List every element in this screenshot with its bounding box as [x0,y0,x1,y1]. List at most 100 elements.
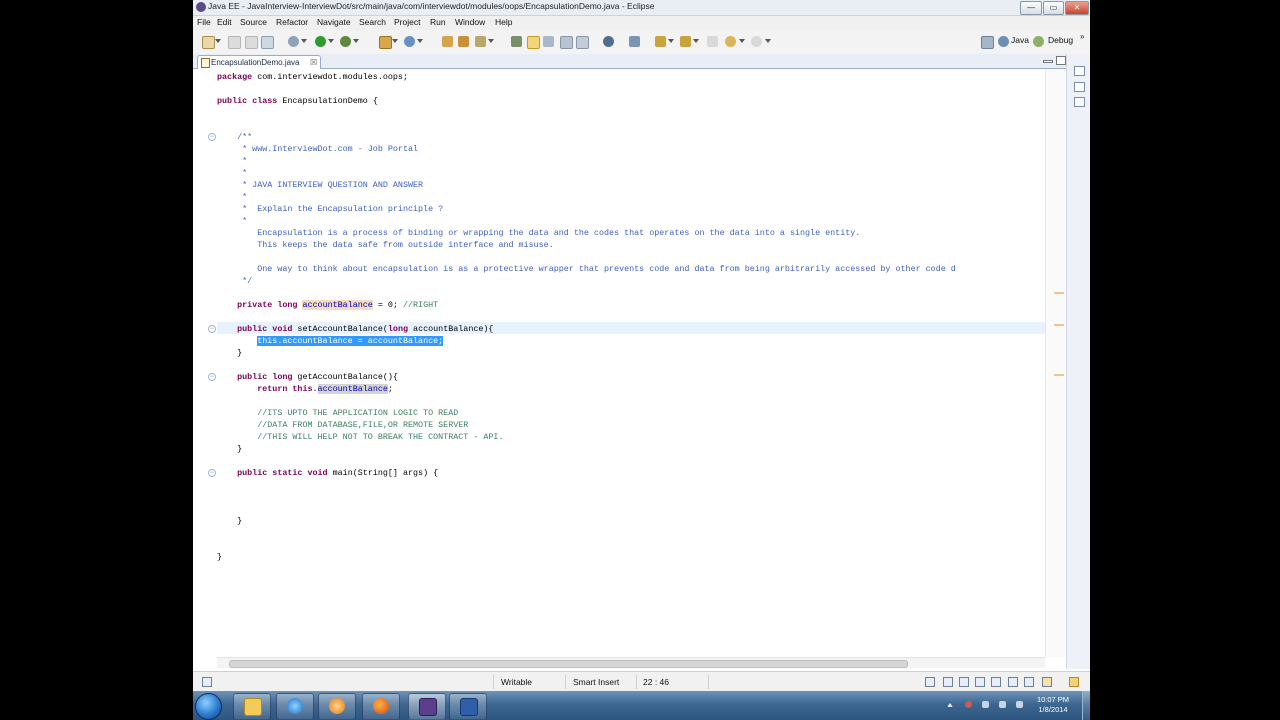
editor-tab[interactable]: EncapsulationDemo.java ☒ [197,55,321,69]
code-line[interactable]: public long getAccountBalance(){ [217,371,398,383]
previous-edit-icon[interactable] [680,36,691,47]
minimize-button[interactable]: — [1020,1,1042,15]
show-desktop-button[interactable] [1082,691,1090,720]
menu-file[interactable]: File [197,17,211,27]
data-source-icon[interactable] [1008,677,1018,687]
save-all-icon[interactable] [245,36,258,49]
print-icon[interactable] [261,36,274,49]
web-browser-icon[interactable] [603,36,614,47]
debug-perspective-button[interactable]: Debug [1048,35,1073,45]
code-line[interactable]: private long accountBalance = 0; //RIGHT [217,299,438,311]
search-flashlight-icon[interactable] [475,36,486,47]
code-line[interactable]: } [217,515,242,527]
snippets-icon[interactable] [1024,677,1034,687]
code-line[interactable]: } [217,347,242,359]
run-dropdown-icon[interactable] [328,39,334,43]
code-line[interactable]: this.accountBalance = accountBalance; [217,335,444,347]
menu-project[interactable]: Project [394,17,420,27]
code-line[interactable]: /** [217,131,252,143]
maximize-button[interactable]: ▭ [1043,1,1064,15]
task-list-icon[interactable] [1074,97,1085,107]
code-area[interactable]: package com.interviewdot.modules.oops; pu… [217,69,1045,657]
tray-volume-icon[interactable] [982,701,989,708]
menu-help[interactable]: Help [495,17,512,27]
previous-edit-dropdown-icon[interactable] [693,39,699,43]
fast-view-icon[interactable] [202,677,212,687]
code-line[interactable]: package com.interviewdot.modules.oops; [217,71,408,83]
code-line[interactable]: //ITS UPTO THE APPLICATION LOGIC TO READ [217,407,458,419]
code-line[interactable]: * [217,155,247,167]
code-editor[interactable]: − − − − package com.interviewdot.modules.oo… [193,69,1067,669]
debug-dropdown-icon[interactable] [301,39,307,43]
search-dropdown-icon[interactable] [488,39,494,43]
code-line[interactable]: * JAVA INTERVIEW QUESTION AND ANSWER [217,179,423,191]
deploy-icon[interactable] [629,36,640,47]
code-line[interactable]: Encapsulation is a process of binding or… [217,227,860,239]
horizontal-scroll-thumb[interactable] [229,660,908,668]
open-task-icon[interactable] [458,36,469,47]
menu-run[interactable]: Run [430,17,446,27]
occurrence-marker[interactable] [1054,324,1064,326]
horizontal-scrollbar[interactable] [217,657,1045,668]
fold-collapse-icon[interactable]: − [208,373,216,381]
menu-window[interactable]: Window [455,17,485,27]
new-package-dropdown-icon[interactable] [392,39,398,43]
code-line[interactable]: return this.accountBalance; [217,383,393,395]
open-perspective-icon[interactable] [981,36,994,49]
fold-collapse-icon[interactable]: − [208,133,216,141]
code-line[interactable]: * Explain the Encapsulation principle ? [217,203,443,215]
code-line[interactable]: public void setAccountBalance(long accou… [217,323,493,335]
close-button[interactable]: ✕ [1065,1,1089,15]
fold-collapse-icon[interactable]: − [208,325,216,333]
taskbar-explorer[interactable] [233,693,271,720]
taskbar-notepad[interactable] [449,693,487,720]
taskbar-clock[interactable]: 10:07 PM 1/8/2014 [1031,695,1075,715]
code-line[interactable]: This keeps the data safe from outside in… [217,239,554,251]
taskbar-firefox[interactable] [362,693,400,720]
next-annotation-icon[interactable] [543,36,554,47]
tray-display-icon[interactable] [1016,701,1023,708]
code-line[interactable]: public class EncapsulationDemo { [217,95,378,107]
tab-close-icon[interactable]: ☒ [310,56,317,69]
new-dropdown-icon[interactable] [215,39,221,43]
code-line[interactable]: One way to think about encapsulation is … [217,263,956,275]
fold-collapse-icon[interactable]: − [208,469,216,477]
tray-network-icon[interactable] [999,701,1006,708]
taskbar-media-player[interactable] [318,693,356,720]
servers-view-icon[interactable] [959,677,969,687]
menu-source[interactable]: Source [240,17,267,27]
code-line[interactable]: */ [217,275,252,287]
toggle-highlight-icon[interactable] [527,36,540,49]
properties-icon[interactable] [1042,677,1052,687]
occurrence-marker[interactable] [1054,374,1064,376]
taskbar-eclipse[interactable] [408,693,446,720]
menu-navigate[interactable]: Navigate [317,17,351,27]
new-class-icon[interactable] [404,36,415,47]
start-button-icon[interactable] [195,693,222,720]
overview-ruler[interactable] [1045,69,1067,657]
taskbar-internet-explorer[interactable] [276,693,314,720]
code-line[interactable]: } [217,551,222,563]
server-status-icon[interactable] [925,677,935,687]
debug-gear-icon[interactable] [288,36,299,47]
next-edit-icon[interactable] [655,36,666,47]
occurrence-marker[interactable] [1054,292,1064,294]
outline-view-icon[interactable] [1074,82,1085,92]
problems-view-icon[interactable] [991,677,1001,687]
back-dropdown-icon[interactable] [739,39,745,43]
code-line[interactable]: public static void main(String[] args) { [217,467,438,479]
lock-icon[interactable] [1069,677,1079,687]
new-icon[interactable] [202,36,215,49]
tray-security-icon[interactable] [965,701,972,708]
toggle-mark-occurrences-icon[interactable] [511,36,522,47]
code-line[interactable]: * www.InterviewDot.com - Job Portal [217,143,418,155]
forward-arrow-icon[interactable] [751,36,762,47]
block-selection-icon[interactable] [560,36,573,49]
code-line[interactable]: * [217,191,247,203]
next-edit-dropdown-icon[interactable] [668,39,674,43]
last-edit-location-icon[interactable] [707,36,718,47]
menu-search[interactable]: Search [359,17,386,27]
new-package-icon[interactable] [379,36,392,49]
external-tools-dropdown-icon[interactable] [353,39,359,43]
minimize-view-icon[interactable] [1043,60,1053,63]
